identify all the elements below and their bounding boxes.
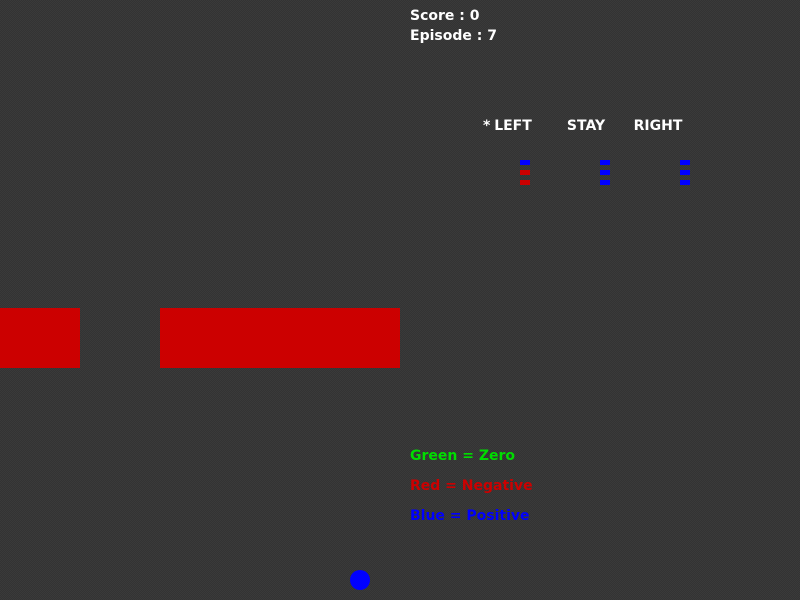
selected-action-marker: * [483,118,491,134]
q-bar-right-2 [680,170,690,175]
wall-segment-right [160,308,400,368]
q-bar-left-3 [520,180,530,185]
legend-zero: Green = Zero [410,448,515,464]
wall-segment-left [0,308,80,368]
player-ball [350,570,370,590]
q-bar-right-1 [680,160,690,165]
q-bar-left-2 [520,170,530,175]
q-bar-stay-1 [600,160,610,165]
action-label-stay: STAY [566,118,606,134]
action-label-right: RIGHT [633,118,683,134]
q-value-bars-right [680,160,690,186]
score-display: Score : 0 [410,8,480,24]
legend-positive: Blue = Positive [410,508,530,524]
q-bar-stay-3 [600,180,610,185]
q-bar-right-3 [680,180,690,185]
q-bar-left-1 [520,160,530,165]
q-bar-stay-2 [600,170,610,175]
action-label-left: LEFT [494,118,532,134]
episode-display: Episode : 7 [410,28,497,44]
q-value-bars-stay [600,160,610,186]
legend-negative: Red = Negative [410,478,533,494]
q-value-bars-left [520,160,530,186]
